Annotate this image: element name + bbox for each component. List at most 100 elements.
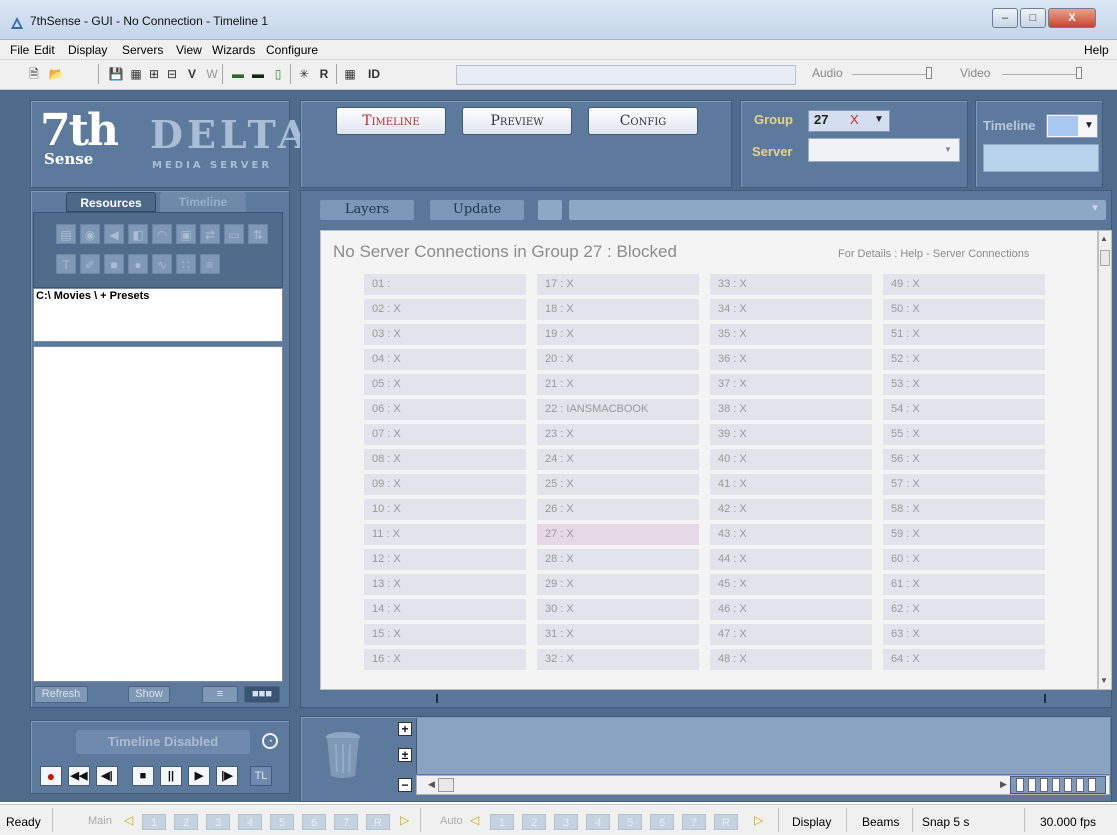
- server-slot[interactable]: 30 : X: [537, 599, 699, 620]
- ruler-start-marker[interactable]: [436, 694, 438, 703]
- trash-icon[interactable]: [324, 730, 362, 780]
- properties-icon[interactable]: ▦: [128, 66, 144, 82]
- server-slot[interactable]: 14 : X: [364, 599, 526, 620]
- resource-list[interactable]: [33, 346, 283, 682]
- menu-servers[interactable]: Servers: [122, 43, 163, 57]
- gradient-icon[interactable]: ◧: [128, 224, 148, 244]
- zoom-bar[interactable]: [1076, 778, 1084, 792]
- server-slot[interactable]: 22 : IANSMACBOOK: [537, 399, 699, 420]
- server-slot[interactable]: 10 : X: [364, 499, 526, 520]
- server-slot[interactable]: 12 : X: [364, 549, 526, 570]
- bowl-icon[interactable]: ◠: [152, 224, 172, 244]
- camera-icon[interactable]: ◉: [80, 224, 100, 244]
- tab-timeline[interactable]: Timeline: [160, 192, 246, 212]
- server-select[interactable]: [808, 138, 960, 162]
- stop-button[interactable]: ■: [132, 766, 154, 786]
- timeline-mode-button[interactable]: Timeline: [336, 107, 446, 135]
- server-slot[interactable]: 18 : X: [537, 299, 699, 320]
- scroll-down-icon[interactable]: ▼: [1100, 676, 1108, 685]
- server-slot[interactable]: 24 : X: [537, 449, 699, 470]
- close-button[interactable]: X: [1048, 8, 1096, 28]
- vertical-scrollbar[interactable]: [1098, 230, 1112, 690]
- audio-slider-thumb[interactable]: [926, 67, 932, 79]
- server-slot[interactable]: 40 : X: [710, 449, 872, 470]
- server-slot[interactable]: 09 : X: [364, 474, 526, 495]
- layers-button[interactable]: Layers: [320, 200, 414, 220]
- new-file-icon[interactable]: 🗎: [26, 66, 42, 82]
- server-slot[interactable]: 06 : X: [364, 399, 526, 420]
- server-slot[interactable]: 37 : X: [710, 374, 872, 395]
- chevron-down-icon[interactable]: ▼: [944, 145, 952, 154]
- server-slot[interactable]: 23 : X: [537, 424, 699, 445]
- timeline-name-field[interactable]: [983, 144, 1099, 172]
- server-slot[interactable]: 01 :: [364, 274, 526, 295]
- scroll-up-icon[interactable]: ▲: [1100, 234, 1108, 243]
- server-slot[interactable]: 46 : X: [710, 599, 872, 620]
- maximize-icon[interactable]: □: [1020, 8, 1046, 28]
- main-next-icon[interactable]: ▷: [400, 813, 409, 827]
- server-slot[interactable]: 28 : X: [537, 549, 699, 570]
- id-button[interactable]: ID: [362, 66, 386, 82]
- tl-button[interactable]: TL: [250, 766, 272, 786]
- preview-mode-button[interactable]: Preview: [462, 107, 572, 135]
- server-slot[interactable]: 57 : X: [883, 474, 1045, 495]
- scroll-left-icon[interactable]: ◀: [428, 779, 435, 790]
- audio-slider-track[interactable]: [852, 74, 932, 75]
- w-button[interactable]: W: [204, 66, 220, 82]
- window-icon[interactable]: ▣: [176, 224, 196, 244]
- server-slot[interactable]: 32 : X: [537, 649, 699, 670]
- auto-slot-7[interactable]: 7: [682, 814, 706, 830]
- config-mode-button[interactable]: Config: [588, 107, 698, 135]
- server-slot[interactable]: 03 : X: [364, 324, 526, 345]
- auto-slot-5[interactable]: 5: [618, 814, 642, 830]
- server-slot[interactable]: 39 : X: [710, 424, 872, 445]
- menu-configure[interactable]: Configure: [266, 43, 318, 57]
- timeline-tracks[interactable]: [416, 718, 1110, 774]
- auto-slot-6[interactable]: 6: [650, 814, 674, 830]
- play-button[interactable]: ▶: [188, 766, 210, 786]
- details-link[interactable]: For Details : Help - Server Connections: [838, 248, 1029, 260]
- server-slot[interactable]: 29 : X: [537, 574, 699, 595]
- dots-icon[interactable]: ∷: [176, 254, 196, 274]
- menu-wizards[interactable]: Wizards: [212, 43, 255, 57]
- show-button[interactable]: Show: [128, 686, 170, 703]
- server-slot[interactable]: 15 : X: [364, 624, 526, 645]
- asterisk-icon[interactable]: ✳: [296, 66, 312, 82]
- main-slot-2[interactable]: 2: [174, 814, 198, 830]
- zoom-bar[interactable]: [1088, 778, 1096, 792]
- r-button[interactable]: R: [316, 66, 332, 82]
- monitor-icon[interactable]: ▭: [224, 224, 244, 244]
- scrollbar-thumb[interactable]: [1100, 250, 1110, 266]
- server-slot[interactable]: 34 : X: [710, 299, 872, 320]
- tab-resources[interactable]: Resources: [66, 192, 156, 212]
- server-slot[interactable]: 19 : X: [537, 324, 699, 345]
- swap-icon[interactable]: ⇄: [200, 224, 220, 244]
- server-slot[interactable]: 44 : X: [710, 549, 872, 570]
- server-slot[interactable]: 35 : X: [710, 324, 872, 345]
- chevron-down-icon[interactable]: ▼: [874, 114, 884, 125]
- menu-file[interactable]: File: [10, 43, 29, 57]
- server-slot[interactable]: 47 : X: [710, 624, 872, 645]
- main-slot-3[interactable]: 3: [206, 814, 230, 830]
- layer-indicator[interactable]: [538, 200, 562, 220]
- refresh-button[interactable]: Refresh: [34, 686, 88, 703]
- auto-slot-2[interactable]: 2: [522, 814, 546, 830]
- auto-slot-4[interactable]: 4: [586, 814, 610, 830]
- server-slot[interactable]: 07 : X: [364, 424, 526, 445]
- list-icon[interactable]: ≡: [200, 254, 220, 274]
- server-slot[interactable]: 51 : X: [883, 324, 1045, 345]
- server-slot[interactable]: 49 : X: [883, 274, 1045, 295]
- menu-help[interactable]: Help: [1084, 43, 1109, 57]
- zoom-in-icon[interactable]: +: [398, 722, 412, 736]
- grid-view-icon[interactable]: ■■■: [244, 686, 280, 703]
- main-prev-icon[interactable]: ◁: [124, 813, 133, 827]
- server-slot[interactable]: 36 : X: [710, 349, 872, 370]
- server-slot[interactable]: 52 : X: [883, 349, 1045, 370]
- scroll-right-icon[interactable]: ▶: [1000, 779, 1007, 790]
- bar-chart-icon[interactable]: ▯: [270, 66, 286, 82]
- circle-icon[interactable]: ●: [128, 254, 148, 274]
- main-slot-1[interactable]: 1: [142, 814, 166, 830]
- main-slot-7[interactable]: 7: [334, 814, 358, 830]
- server-slot[interactable]: 56 : X: [883, 449, 1045, 470]
- main-slot-5[interactable]: 5: [270, 814, 294, 830]
